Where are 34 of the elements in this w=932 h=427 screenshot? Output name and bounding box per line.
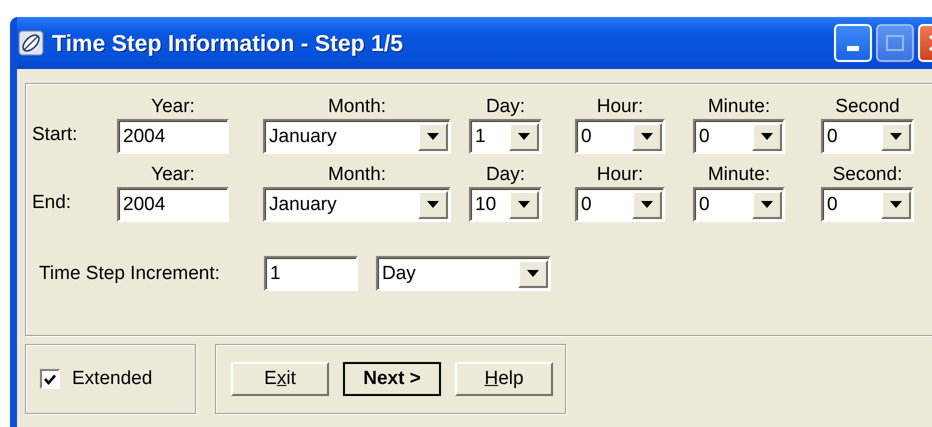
field-header: Year: xyxy=(151,164,195,186)
dialog-button[interactable]: Exit xyxy=(231,362,329,396)
dropdown[interactable]: Day xyxy=(376,256,551,291)
field-header: Year: xyxy=(151,96,195,118)
row-label: End: xyxy=(32,192,72,215)
dropdown[interactable]: January xyxy=(263,187,451,222)
field-header: Month: xyxy=(328,164,386,186)
checkbox-label: Extended xyxy=(72,368,152,390)
dialog-button[interactable]: Help xyxy=(455,362,553,396)
field-header: Second: xyxy=(832,164,902,186)
dropdown[interactable]: 1 xyxy=(469,119,542,154)
field-header: Minute: xyxy=(708,96,770,118)
increment-label: Time Step Increment: xyxy=(38,262,221,284)
dialog-button[interactable]: Next > xyxy=(343,362,441,396)
dropdown[interactable]: 0 xyxy=(575,187,665,222)
row-label: Start: xyxy=(32,124,78,147)
dropdown[interactable]: 0 xyxy=(575,119,665,154)
field-header: Hour: xyxy=(596,96,644,118)
dropdown[interactable]: 10 xyxy=(469,187,542,222)
input-field[interactable]: 1 xyxy=(264,256,358,291)
dropdown[interactable]: 0 xyxy=(693,119,785,154)
field-header: Day: xyxy=(486,164,526,186)
dropdown[interactable]: 0 xyxy=(693,187,785,222)
field-header: Month: xyxy=(328,96,386,118)
dropdown[interactable]: 0 xyxy=(821,187,914,222)
field-header: Minute: xyxy=(708,164,770,186)
field-header: Hour: xyxy=(596,164,644,186)
input-field[interactable]: 2004 xyxy=(117,119,229,154)
field-header: Day: xyxy=(486,96,526,118)
dropdown[interactable]: January xyxy=(263,119,451,154)
input-field[interactable]: 2004 xyxy=(117,187,229,222)
field-header: Second xyxy=(835,96,900,118)
dropdown[interactable]: 0 xyxy=(821,119,914,154)
window-title: Time Step Information - Step 1/5 xyxy=(52,30,404,56)
